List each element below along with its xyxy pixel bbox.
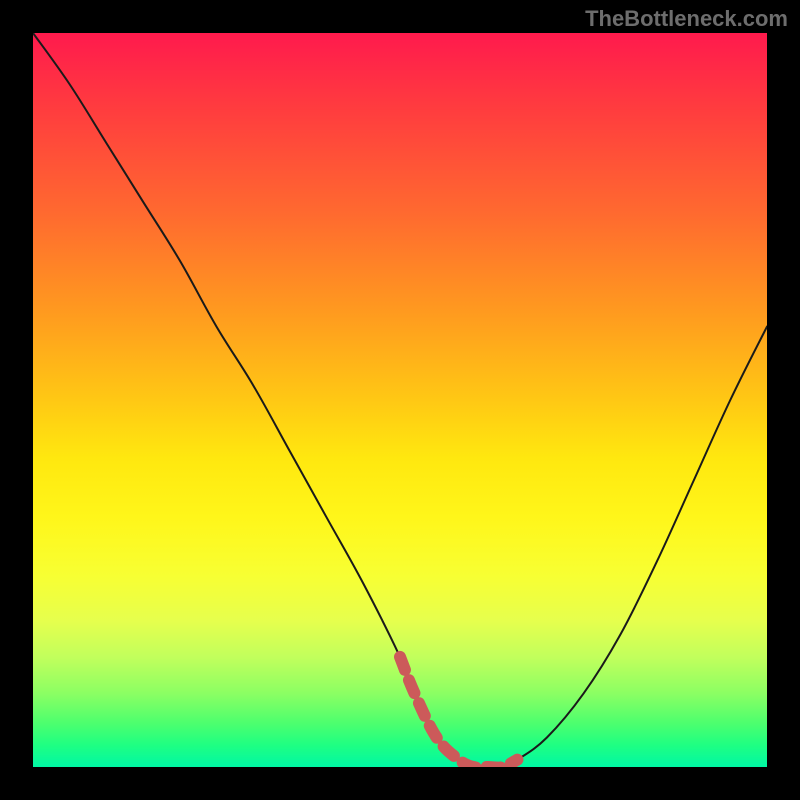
chart-frame: TheBottleneck.com <box>0 0 800 800</box>
plot-area <box>33 33 767 767</box>
chart-svg <box>33 33 767 767</box>
highlight-segment <box>400 657 517 767</box>
watermark-text: TheBottleneck.com <box>585 6 788 32</box>
